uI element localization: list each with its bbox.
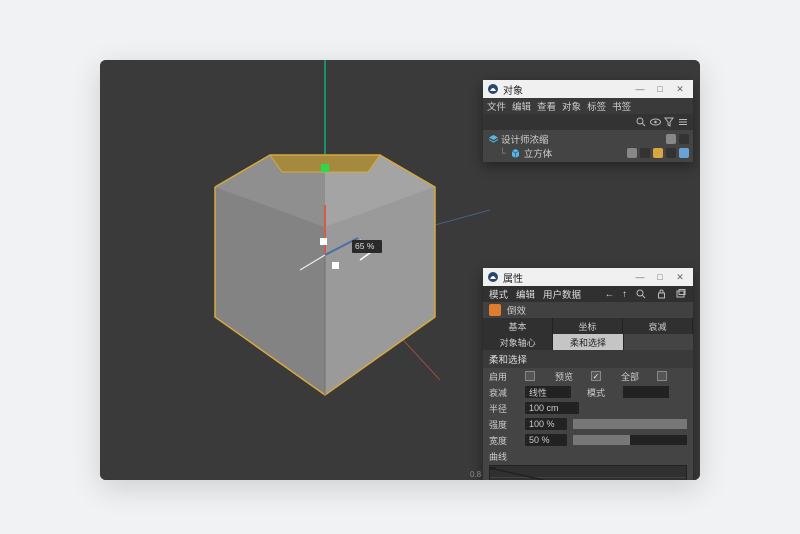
- object-badges: [627, 148, 689, 158]
- maximize-button[interactable]: □: [651, 82, 669, 96]
- objects-title: 对象: [503, 82, 523, 97]
- attr-object-header: 倒效: [483, 302, 693, 318]
- objects-toolbar: [483, 114, 693, 130]
- menu-edit[interactable]: 编辑: [512, 99, 531, 113]
- object-type-icon: [489, 304, 501, 316]
- nav-back-icon[interactable]: ←: [605, 289, 615, 300]
- label-preview: 预览: [555, 370, 585, 383]
- search-icon[interactable]: [635, 116, 647, 128]
- nav-up-icon[interactable]: ↑: [622, 289, 627, 300]
- minimize-button[interactable]: —: [631, 270, 649, 284]
- filter-icon[interactable]: [663, 116, 675, 128]
- input-falloff[interactable]: [525, 386, 571, 398]
- attributes-panel: 属性 — □ ✕ 模式 编辑 用户数据 ← ↑ 倒效: [483, 268, 693, 480]
- object-name: 设计师浓缩: [501, 132, 549, 146]
- section-title: 柔和选择: [483, 350, 693, 368]
- vis-dot[interactable]: [627, 148, 637, 158]
- object-row[interactable]: └ 立方体: [483, 146, 693, 160]
- app-icon: [487, 271, 499, 283]
- gizmo-handle-b[interactable]: [332, 262, 339, 269]
- row-strength: 强度: [483, 416, 693, 432]
- tab-falloff[interactable]: 衰减: [623, 318, 693, 334]
- input-mode[interactable]: [623, 386, 669, 398]
- label-curve: 曲线: [489, 450, 519, 463]
- gizmo-handle-a[interactable]: [320, 238, 327, 245]
- menu-mode[interactable]: 模式: [489, 287, 508, 301]
- cube-icon: [510, 147, 522, 159]
- input-radius[interactable]: [525, 402, 579, 414]
- tab-axis[interactable]: 对象轴心: [483, 334, 553, 350]
- tag-poly[interactable]: [653, 148, 663, 158]
- label-falloff: 衰减: [489, 386, 519, 399]
- c4d-window: 65 % 对象 — □ ✕ 文件 编辑 查看: [100, 60, 700, 480]
- slider-width[interactable]: [573, 435, 687, 445]
- objects-titlebar[interactable]: 对象 — □ ✕: [483, 80, 693, 98]
- tab-softselect[interactable]: 柔和选择: [553, 334, 623, 350]
- tag-phong[interactable]: [679, 148, 689, 158]
- row-falloff-mode: 衰减 模式: [483, 384, 693, 400]
- render-dot[interactable]: [640, 148, 650, 158]
- checkbox-allin[interactable]: [657, 371, 667, 381]
- menu-view[interactable]: 查看: [537, 99, 556, 113]
- objects-menubar: 文件 编辑 查看 对象 标签 书签: [483, 98, 693, 114]
- eye-icon[interactable]: [649, 116, 661, 128]
- row-curve: 曲线: [483, 448, 693, 463]
- label-radius: 半径: [489, 402, 519, 415]
- render-dot[interactable]: [679, 134, 689, 144]
- menu-bookmark[interactable]: 书签: [612, 99, 631, 113]
- objects-panel: 对象 — □ ✕ 文件 编辑 查看 对象 标签 书签: [483, 80, 693, 162]
- tab-basic[interactable]: 基本: [483, 318, 553, 334]
- lock-icon[interactable]: [655, 288, 667, 300]
- percent-label: 65 %: [355, 241, 374, 251]
- slider-strength[interactable]: [573, 419, 687, 429]
- row-radius: 半径: [483, 400, 693, 416]
- tag-slot[interactable]: [666, 148, 676, 158]
- search-icon[interactable]: [635, 288, 647, 300]
- attr-header-label: 倒效: [507, 303, 526, 317]
- curve-line[interactable]: [494, 469, 682, 480]
- graph-svg: [490, 466, 686, 480]
- menu-edit[interactable]: 编辑: [516, 287, 535, 301]
- label-strength: 强度: [489, 418, 519, 431]
- menu-icon[interactable]: [677, 116, 689, 128]
- attr-title: 属性: [503, 270, 523, 285]
- new-window-icon[interactable]: [675, 288, 687, 300]
- objects-tree: 设计师浓缩 └ 立方体: [483, 130, 693, 162]
- close-button[interactable]: ✕: [671, 82, 689, 96]
- falloff-graph[interactable]: 0.8 0.6 0.4: [489, 465, 687, 480]
- minimize-button[interactable]: —: [631, 82, 649, 96]
- attr-titlebar[interactable]: 属性 — □ ✕: [483, 268, 693, 286]
- menu-tags[interactable]: 标签: [587, 99, 606, 113]
- vis-dot[interactable]: [666, 134, 676, 144]
- input-strength[interactable]: [525, 418, 567, 430]
- object-row[interactable]: 设计师浓缩: [483, 132, 693, 146]
- object-name: 立方体: [524, 146, 553, 160]
- label-width: 宽度: [489, 434, 519, 447]
- close-button[interactable]: ✕: [671, 270, 689, 284]
- label-allin: 全部: [621, 370, 651, 383]
- checkbox-preview[interactable]: [591, 371, 601, 381]
- app-icon: [487, 83, 499, 95]
- menu-file[interactable]: 文件: [487, 99, 506, 113]
- row-enable-preview: 启用 预览 全部: [483, 368, 693, 384]
- attr-menubar: 模式 编辑 用户数据 ← ↑: [483, 286, 693, 302]
- graph-y-0: 0.8: [470, 470, 481, 479]
- menu-userdata[interactable]: 用户数据: [543, 287, 581, 301]
- gizmo-scale-handle[interactable]: [321, 164, 329, 172]
- row-width: 宽度: [483, 432, 693, 448]
- input-width[interactable]: [525, 434, 567, 446]
- attr-tab-row-1: 基本 坐标 衰减: [483, 318, 693, 334]
- menu-object[interactable]: 对象: [562, 99, 581, 113]
- layers-icon: [487, 133, 499, 145]
- attr-tab-row-2: 对象轴心 柔和选择: [483, 334, 693, 350]
- label-enable: 启用: [489, 370, 519, 383]
- checkbox-enable[interactable]: [525, 371, 535, 381]
- tab-coord[interactable]: 坐标: [553, 318, 623, 334]
- label-mode: 模式: [587, 386, 617, 399]
- maximize-button[interactable]: □: [651, 270, 669, 284]
- curve-handle-start[interactable]: [490, 467, 496, 470]
- object-badges: [666, 134, 689, 144]
